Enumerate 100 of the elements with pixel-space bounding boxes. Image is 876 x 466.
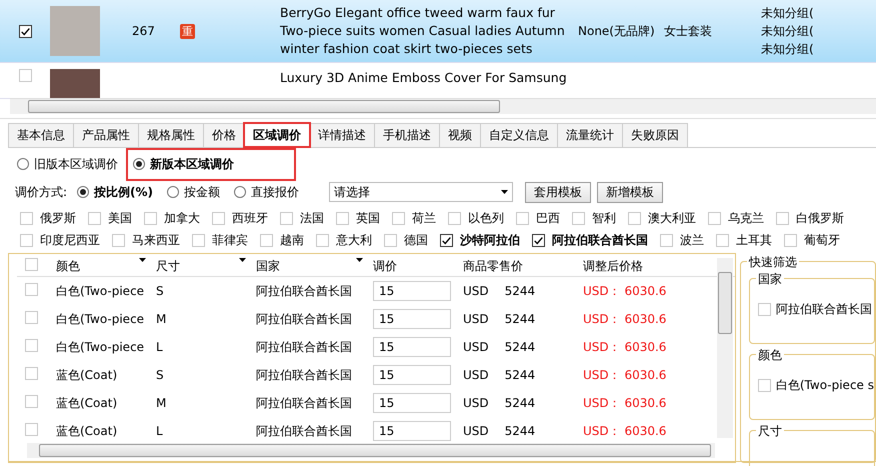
country-label[interactable]: 澳大利亚: [648, 210, 696, 226]
country-label[interactable]: 西班牙: [232, 210, 268, 226]
price-text: 5244: [504, 368, 536, 382]
country-label[interactable]: 白俄罗斯: [796, 210, 844, 226]
tab[interactable]: 流量统计: [557, 123, 623, 147]
country-label[interactable]: 英国: [356, 210, 380, 226]
dropdown-icon[interactable]: [139, 258, 146, 262]
group-text: 未知分组(: [761, 5, 814, 22]
table-cell-text: 阿拉伯联合酋长国: [255, 310, 353, 328]
radio-button[interactable]: [77, 186, 90, 198]
radio-button[interactable]: [133, 158, 145, 170]
price-text: 5244: [504, 396, 536, 410]
country-label[interactable]: 越南: [280, 232, 304, 248]
tab[interactable]: 详情描述: [309, 123, 375, 147]
currency-text: USD: [463, 284, 489, 298]
price-text: 5244: [504, 284, 536, 298]
radio-label[interactable]: 旧版本区域调价: [34, 156, 118, 172]
country-label[interactable]: 葡萄牙: [804, 232, 840, 248]
price-text: 5244: [504, 312, 536, 326]
group-text: 未知分组(: [761, 41, 814, 58]
radio-label[interactable]: 直接报价: [251, 184, 300, 200]
column-header[interactable]: 商品零售价: [463, 258, 523, 274]
country-label[interactable]: 沙特阿拉伯: [460, 232, 520, 248]
country-label[interactable]: 巴西: [536, 210, 560, 226]
product-id: 267: [131, 24, 156, 38]
checkbox[interactable]: [532, 234, 545, 246]
country-label[interactable]: 波兰: [680, 232, 704, 248]
template-button[interactable]: 新增模板: [597, 182, 664, 202]
column-header[interactable]: 调整后价格: [583, 258, 643, 274]
horizontal-scrollbar[interactable]: [10, 98, 876, 114]
radio-label[interactable]: 新版本区域调价: [150, 156, 234, 172]
country-label[interactable]: 印度尼西亚: [40, 232, 100, 248]
tab[interactable]: 基本信息: [8, 123, 74, 147]
country-label[interactable]: 意大利: [336, 232, 372, 248]
photo-placeholder: [50, 69, 100, 99]
product-title: Luxury 3D Anime Emboss Cover For Samsung: [279, 69, 568, 87]
column-header[interactable]: 尺寸: [156, 258, 180, 274]
tab[interactable]: 规格属性: [138, 123, 204, 147]
radio-button[interactable]: [17, 158, 29, 170]
country-label[interactable]: 智利: [592, 210, 616, 226]
radio-label[interactable]: 按金额: [184, 184, 220, 200]
country-label[interactable]: 美国: [108, 210, 132, 226]
table-cell-text: L: [155, 340, 164, 354]
radio-button[interactable]: [234, 186, 246, 198]
filter-option[interactable]: 阿拉伯联合酋长国: [776, 301, 872, 318]
product-row[interactable]: 267 重 BerryGo Elegant office tweed warm faux fur Two-piece suits women Casual ladies Autumn winter fashion coat skirt two-pieces sets None(无品牌) 女士套装 未知分组( 未知分组( 未知分组(: [0, 0, 876, 63]
tab[interactable]: 失败原因: [622, 123, 688, 147]
country-label[interactable]: 乌克兰: [728, 210, 764, 226]
table-cell-text: S: [155, 368, 165, 382]
tab[interactable]: 手机描述: [374, 123, 440, 147]
radio-button[interactable]: [167, 186, 180, 198]
country-label[interactable]: 德国: [404, 232, 428, 248]
column-header[interactable]: 颜色: [56, 258, 80, 274]
adjust-input[interactable]: 15: [373, 421, 451, 441]
adjust-input[interactable]: 15: [373, 365, 451, 385]
vertical-scrollbar[interactable]: [716, 258, 733, 438]
table-cell-text: 蓝色(Coat): [55, 366, 118, 384]
country-label[interactable]: 加拿大: [164, 210, 200, 226]
adjust-input[interactable]: 15: [373, 337, 451, 357]
country-label[interactable]: 法国: [300, 210, 324, 226]
tab[interactable]: 自定义信息: [480, 123, 558, 147]
badge: 重: [180, 24, 195, 38]
template-select[interactable]: 请选择: [329, 182, 514, 202]
country-label[interactable]: 菲律宾: [212, 232, 248, 248]
filter-option[interactable]: 白色(Two-piece s: [776, 377, 874, 394]
price-text: 5244: [504, 340, 536, 354]
adjusted-price: USD： 6030.6: [582, 422, 668, 440]
country-label[interactable]: 土耳其: [736, 232, 772, 248]
adjusted-price: USD： 6030.6: [582, 394, 668, 412]
table-cell-text: M: [155, 396, 168, 410]
country-label[interactable]: 荷兰: [412, 210, 436, 226]
group-text: 未知分组(: [761, 23, 814, 40]
tab[interactable]: 视频: [439, 123, 481, 147]
template-button[interactable]: 套用模板: [525, 182, 592, 202]
checkbox[interactable]: [18, 24, 32, 38]
select-all-checkbox[interactable]: [25, 258, 38, 271]
radio-label[interactable]: 按比例(%): [94, 184, 154, 200]
column-header[interactable]: 调价: [373, 258, 397, 274]
tab[interactable]: 价格: [203, 123, 245, 147]
table-cell-text: S: [155, 284, 165, 298]
adjust-input[interactable]: 15: [373, 393, 451, 413]
country-label[interactable]: 阿拉伯联合酋长国: [552, 232, 648, 248]
tab[interactable]: 产品属性: [73, 123, 139, 147]
table-cell-text: 白色(Two-piece: [55, 310, 146, 328]
country-label[interactable]: 俄罗斯: [40, 210, 76, 226]
table-cell-text: 阿拉伯联合酋长国: [255, 366, 353, 384]
currency-text: USD: [463, 340, 489, 354]
dropdown-icon[interactable]: [356, 258, 363, 262]
country-label[interactable]: 马来西亚: [132, 232, 180, 248]
checkbox[interactable]: [440, 234, 453, 246]
horizontal-scrollbar[interactable]: [27, 443, 715, 458]
table-cell-text: M: [155, 312, 168, 326]
adjust-input[interactable]: 15: [373, 309, 451, 329]
country-label[interactable]: 以色列: [468, 210, 504, 226]
caret-icon[interactable]: [501, 190, 508, 194]
table-cell-text: 蓝色(Coat): [55, 394, 118, 412]
tab[interactable]: 区域调价: [244, 123, 310, 147]
adjust-input[interactable]: 15: [373, 281, 451, 301]
column-header[interactable]: 国家: [256, 258, 280, 274]
dropdown-icon[interactable]: [239, 258, 246, 262]
